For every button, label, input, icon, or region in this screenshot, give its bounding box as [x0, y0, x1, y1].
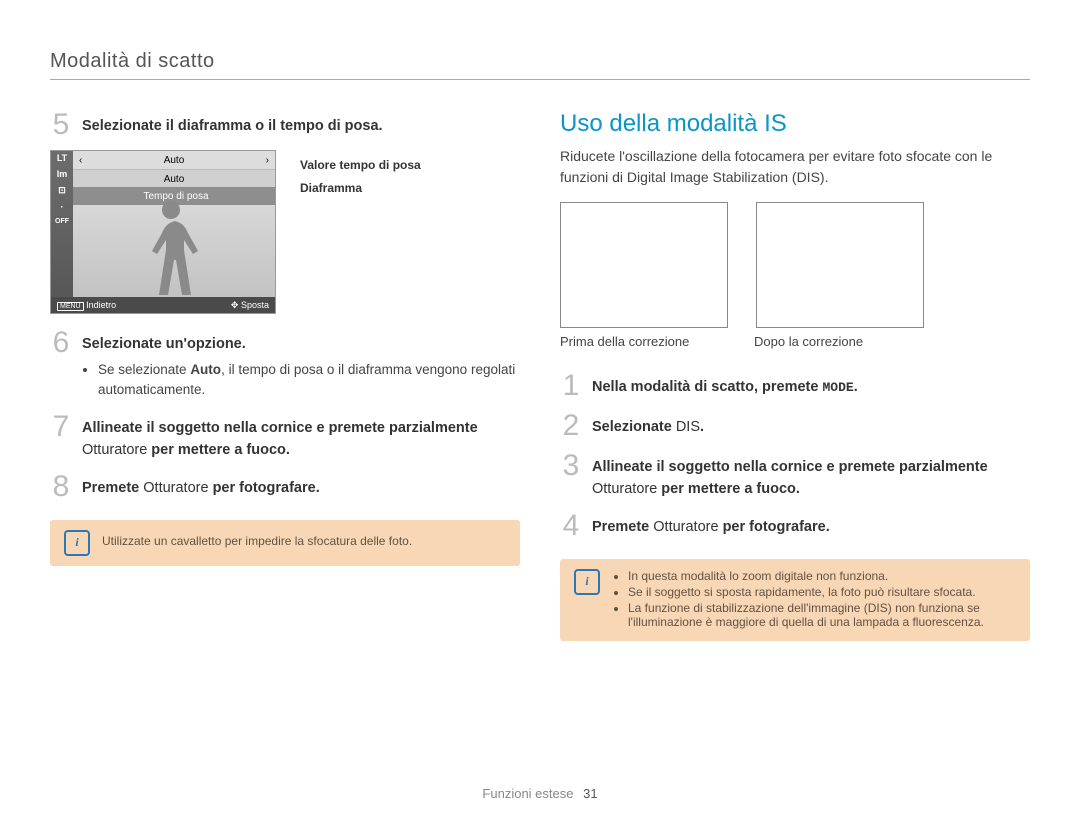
- step-text: Nella modalità di scatto, premete MODE.: [592, 371, 1030, 399]
- note-list-item: In questa modalità lo zoom digitale non …: [628, 569, 1016, 583]
- note-list: In questa modalità lo zoom digitale non …: [612, 569, 1016, 631]
- bullet: Se selezionate Auto, il tempo di posa o …: [98, 360, 520, 401]
- footer-section: Funzioni estese: [482, 786, 573, 801]
- lcd-illustration-row: LT Im ⊡ · OFF ‹ Auto › Auto: [50, 150, 520, 314]
- lcd-icon: LT: [57, 153, 67, 163]
- step-5: 5 Selezionate il diaframma o il tempo di…: [50, 110, 520, 140]
- info-icon: i: [574, 569, 600, 595]
- step-1: 1 Nella modalità di scatto, premete MODE…: [560, 371, 1030, 401]
- legend-line: Valore tempo di posa: [300, 154, 421, 177]
- note-box: i Utilizzate un cavalletto per impedire …: [50, 520, 520, 566]
- step-text: Selezionate DIS.: [592, 411, 1030, 439]
- lcd-row-auto-1: ‹ Auto ›: [73, 151, 275, 169]
- step-6: 6 Selezionate un'opzione. Se selezionate…: [50, 328, 520, 402]
- lcd-icon: Im: [57, 169, 68, 179]
- chevron-left-icon: ‹: [79, 155, 82, 166]
- image-placeholder-after: [756, 202, 924, 328]
- manual-page: Modalità di scatto 5 Selezionate il diaf…: [0, 0, 1080, 815]
- lcd-bottom-bar: MENU Indietro ✥ Sposta: [51, 297, 275, 313]
- section-heading: Uso della modalità IS: [560, 110, 1030, 138]
- step-number: 8: [50, 472, 72, 502]
- lcd-icon: OFF: [55, 218, 69, 225]
- menu-chip-icon: MENU: [57, 302, 84, 311]
- step-number: 3: [560, 451, 582, 481]
- step-number: 1: [560, 371, 582, 401]
- caption-before: Prima della correzione: [560, 334, 726, 349]
- step-number: 4: [560, 511, 582, 541]
- step-number: 2: [560, 411, 582, 441]
- lcd-icon: ·: [61, 202, 64, 212]
- step-number: 7: [50, 412, 72, 442]
- lcd-left-iconbar: LT Im ⊡ · OFF: [51, 151, 73, 313]
- lcd-icon: ⊡: [58, 185, 66, 196]
- note-box: i In questa modalità lo zoom digitale no…: [560, 559, 1030, 641]
- columns: 5 Selezionate il diaframma o il tempo di…: [50, 110, 1030, 641]
- step-2: 2 Selezionate DIS.: [560, 411, 1030, 441]
- lcd-move-label: Sposta: [241, 300, 269, 310]
- image-placeholder-before: [560, 202, 728, 328]
- step-3: 3 Allineate il soggetto nella cornice e …: [560, 451, 1030, 501]
- lcd-back-label: Indietro: [86, 300, 116, 310]
- comparison-images: [560, 202, 1030, 328]
- lcd-mockup: LT Im ⊡ · OFF ‹ Auto › Auto: [50, 150, 276, 314]
- step-text: Selezionate il diaframma o il tempo di p…: [82, 110, 520, 138]
- step-7: 7 Allineate il soggetto nella cornice e …: [50, 412, 520, 462]
- legend-line: Diaframma: [300, 177, 421, 200]
- step-8: 8 Premete Otturatore per fotografare.: [50, 472, 520, 502]
- caption-after: Dopo la correzione: [754, 334, 920, 349]
- lcd-legend: Valore tempo di posa Diaframma: [300, 150, 421, 200]
- step-text: Premete Otturatore per fotografare.: [592, 511, 1030, 539]
- image-captions: Prima della correzione Dopo la correzion…: [560, 334, 1030, 349]
- step-text: Selezionate un'opzione. Se selezionate A…: [82, 328, 520, 402]
- step-text: Premete Otturatore per fotografare.: [82, 472, 520, 500]
- note-list-item: La funzione di stabilizzazione dell'imma…: [628, 601, 1016, 629]
- lcd-row-auto-2: Auto: [73, 169, 275, 189]
- note-list-item: Se il soggetto si sposta rapidamente, la…: [628, 585, 1016, 599]
- step-text: Allineate il soggetto nella cornice e pr…: [82, 412, 520, 462]
- chevron-right-icon: ›: [266, 155, 269, 166]
- step-4: 4 Premete Otturatore per fotografare.: [560, 511, 1030, 541]
- info-icon: i: [64, 530, 90, 556]
- step-number: 5: [50, 110, 72, 140]
- note-text: Utilizzate un cavalletto per impedire la…: [102, 530, 412, 548]
- right-column: Uso della modalità IS Riducete l'oscilla…: [560, 110, 1030, 641]
- step-number: 6: [50, 328, 72, 358]
- step-text: Allineate il soggetto nella cornice e pr…: [592, 451, 1030, 501]
- footer-page-number: 31: [583, 786, 597, 801]
- person-silhouette-icon: [141, 201, 201, 295]
- page-footer: Funzioni estese 31: [0, 786, 1080, 801]
- page-title: Modalità di scatto: [50, 50, 1030, 80]
- section-description: Riducete l'oscillazione della fotocamera…: [560, 146, 1030, 188]
- left-column: 5 Selezionate il diaframma o il tempo di…: [50, 110, 520, 641]
- move-icon: ✥: [231, 300, 239, 310]
